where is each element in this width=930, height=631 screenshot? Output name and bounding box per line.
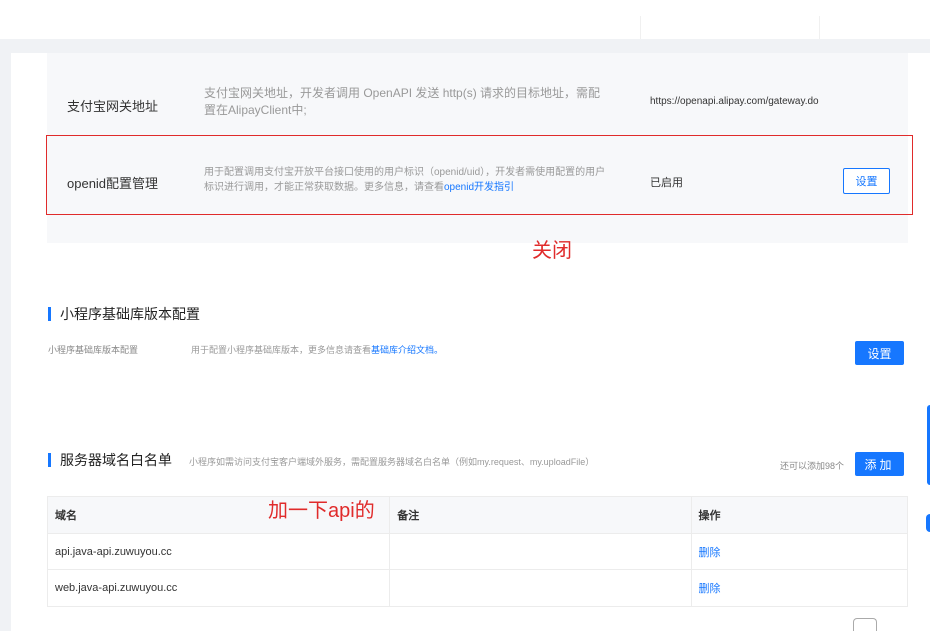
gateway-name: 支付宝网关地址: [67, 99, 159, 114]
domain-table: 域名 备注 操作 api.java-api.zuwuyou.cc 删除 web.…: [47, 496, 908, 607]
remark-cell: [390, 534, 692, 569]
gateway-url: https://openapi.alipay.com/gateway.do: [650, 96, 819, 107]
domain-cell: api.java-api.zuwuyou.cc: [48, 534, 391, 569]
annotation-api-note: 加一下api的: [268, 500, 375, 522]
domain-section-desc: 小程序如需访问支付宝客户端域外服务，需配置服务器域名白名单（例如my.reque…: [189, 457, 595, 467]
sdk-section-title-text: 小程序基础库版本配置: [60, 306, 200, 322]
table-header: 域名 备注 操作: [48, 497, 907, 534]
table-row: api.java-api.zuwuyou.cc 删除: [48, 534, 907, 570]
gateway-desc: 支付宝网关地址，开发者调用 OpenAPI 发送 http(s) 请求的目标地址…: [204, 86, 601, 117]
domain-cell: web.java-api.zuwuyou.cc: [48, 570, 391, 606]
table-row: web.java-api.zuwuyou.cc 删除: [48, 570, 907, 606]
domain-section-title-text: 服务器域名白名单: [60, 452, 172, 468]
sdk-config-desc: 用于配置小程序基础库版本，更多信息请查看基础库介绍文档。: [191, 343, 443, 356]
remark-cell: [390, 570, 692, 606]
gateway-row: 支付宝网关地址 支付宝网关地址，开发者调用 OpenAPI 发送 http(s)…: [47, 83, 908, 123]
pagination-control[interactable]: [853, 618, 877, 631]
header-remark: 备注: [390, 497, 692, 533]
section-marker: [48, 307, 51, 321]
annotation-highlight-box: [46, 135, 913, 215]
sdk-config-desc-text: 用于配置小程序基础库版本，更多信息请查看: [191, 345, 372, 355]
domain-quota: 还可以添加98个: [780, 461, 845, 471]
sdk-config-label: 小程序基础库版本配置: [48, 345, 139, 355]
section-marker: [48, 453, 51, 467]
header-action: 操作: [698, 510, 721, 522]
left-gutter: [0, 53, 11, 631]
delete-link[interactable]: 删除: [699, 544, 721, 560]
floating-chat-icon[interactable]: [926, 514, 930, 532]
sdk-doc-link[interactable]: 基础库介绍文档。: [371, 345, 443, 355]
top-bar: [0, 0, 930, 42]
add-domain-button[interactable]: 添加: [855, 452, 904, 476]
action-cell: 删除: [692, 570, 908, 606]
annotation-close-note: 关闭: [532, 240, 572, 262]
header-divider: [0, 39, 930, 53]
sdk-section-title: 小程序基础库版本配置: [48, 304, 200, 324]
action-cell: 删除: [692, 534, 908, 569]
delete-link[interactable]: 删除: [699, 580, 721, 596]
domain-section-title: 服务器域名白名单: [48, 450, 172, 470]
sdk-settings-button[interactable]: 设置: [855, 341, 904, 365]
